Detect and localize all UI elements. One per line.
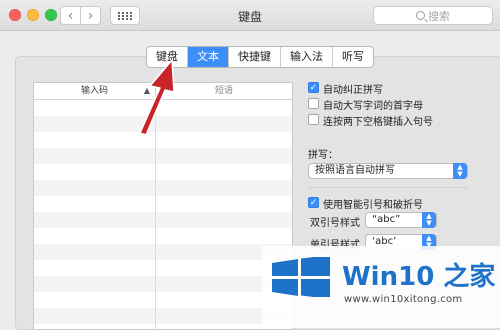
table-row[interactable] xyxy=(34,324,292,329)
watermark-url: www.win10xitong.com xyxy=(344,294,463,305)
table-row[interactable] xyxy=(34,228,292,244)
divider xyxy=(308,187,468,188)
double-quotes-value: “abc” xyxy=(372,214,401,225)
table-row[interactable] xyxy=(34,276,292,292)
table-row[interactable] xyxy=(34,260,292,276)
title-bar: ‹ › 键盘 搜索 xyxy=(0,0,500,31)
auto-capitalize-label: 自动大写字词的首字母 xyxy=(323,101,423,112)
tab-dictation[interactable]: 听写 xyxy=(333,47,373,67)
spelling-select[interactable]: 按照语言自动拼写 ▲ ▼ xyxy=(308,163,468,179)
column-header-replace[interactable]: 输入码 ▲ xyxy=(34,83,156,99)
table-row[interactable] xyxy=(34,148,292,164)
table-row[interactable] xyxy=(34,100,292,116)
checkmark-icon: ✓ xyxy=(309,198,318,208)
tab-shortcuts[interactable]: 快捷键 xyxy=(229,47,281,67)
smart-quotes-label: 使用智能引号和破折号 xyxy=(323,200,423,211)
text-replacement-table[interactable]: 输入码 ▲ 短语 xyxy=(33,82,293,330)
windows-logo-icon xyxy=(272,257,330,297)
table-row[interactable] xyxy=(34,180,292,196)
table-row[interactable] xyxy=(34,212,292,228)
tab-bar: 键盘 文本 快捷键 输入法 听写 xyxy=(146,46,374,68)
search-placeholder: 搜索 xyxy=(428,9,450,23)
tab-keyboard[interactable]: 键盘 xyxy=(147,47,188,67)
table-row[interactable] xyxy=(34,132,292,148)
double-space-period-label: 连按两下空格键插入句号 xyxy=(323,117,433,128)
search-icon xyxy=(416,11,425,20)
column-divider xyxy=(155,100,156,329)
table-row[interactable] xyxy=(34,164,292,180)
chevron-up-down-icon: ▲ ▼ xyxy=(422,212,436,228)
chevron-up-down-icon: ▲ ▼ xyxy=(453,163,467,179)
table-row[interactable] xyxy=(34,244,292,260)
double-quotes-select[interactable]: “abc” ▲ ▼ xyxy=(365,212,437,228)
column-header-with[interactable]: 短语 xyxy=(156,83,292,99)
table-row[interactable] xyxy=(34,196,292,212)
table-header: 输入码 ▲ 短语 xyxy=(34,83,292,100)
table-rows xyxy=(34,100,292,329)
double-space-period-checkbox[interactable] xyxy=(308,114,319,125)
table-row[interactable] xyxy=(34,292,292,308)
table-row[interactable] xyxy=(34,308,292,324)
sort-ascending-icon: ▲ xyxy=(143,86,150,95)
double-quotes-label: 双引号样式 xyxy=(310,218,360,229)
search-field[interactable]: 搜索 xyxy=(373,6,493,25)
tab-text[interactable]: 文本 xyxy=(188,47,229,67)
checkmark-icon: ✓ xyxy=(309,83,318,93)
spelling-select-value: 按照语言自动拼写 xyxy=(315,165,395,176)
tab-input-sources[interactable]: 输入法 xyxy=(281,47,333,67)
watermark-brand: Win10 之家 xyxy=(342,262,496,292)
auto-correct-checkbox[interactable]: ✓ xyxy=(308,82,319,93)
table-row[interactable] xyxy=(34,116,292,132)
auto-correct-label: 自动纠正拼写 xyxy=(323,85,383,96)
auto-capitalize-checkbox[interactable] xyxy=(308,98,319,109)
spelling-label: 拼写： xyxy=(308,150,338,161)
smart-quotes-checkbox[interactable]: ✓ xyxy=(308,197,319,208)
